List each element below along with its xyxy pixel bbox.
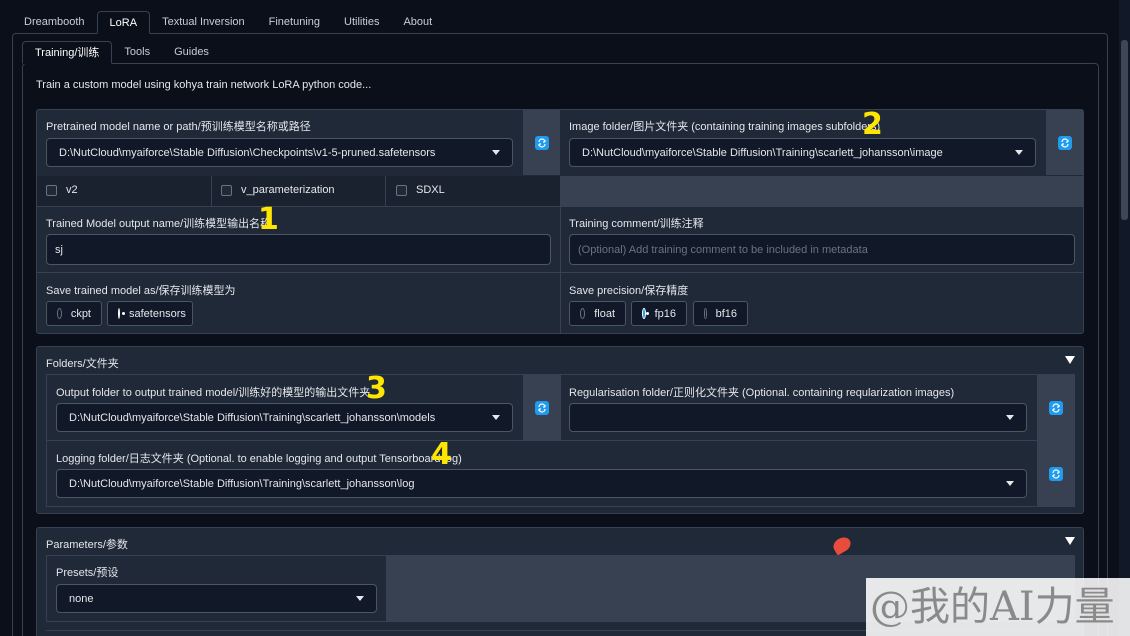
regularisation-folder-dropdown[interactable] <box>569 403 1027 432</box>
divider <box>560 206 561 334</box>
top-tab-bar: Dreambooth LoRA Textual Inversion Finetu… <box>12 11 444 34</box>
radio-dot <box>57 308 62 319</box>
annotation-3: 3 <box>366 371 387 406</box>
watermark: @我的AI力量 <box>866 578 1130 636</box>
chevron-down-icon <box>492 415 500 420</box>
annotation-4: 4 <box>431 437 452 472</box>
parameters-title[interactable]: Parameters/参数 <box>46 536 128 552</box>
tab-textual-inversion[interactable]: Textual Inversion <box>150 11 257 34</box>
annotation-1: 1 <box>258 202 279 237</box>
logging-folder-dropdown[interactable]: D:\NutCloud\myaiforce\Stable Diffusion\T… <box>56 469 1027 498</box>
v2-label: v2 <box>66 184 78 196</box>
regularisation-folder-label: Regularisation folder/正则化文件夹 (Optional. … <box>569 387 955 399</box>
precision-bf16-radio[interactable]: bf16 <box>693 301 748 326</box>
image-folder-value: D:\NutCloud\myaiforce\Stable Diffusion\T… <box>582 146 943 159</box>
v2-checkbox[interactable]: v2 <box>46 184 78 196</box>
pretrained-model-label: Pretrained model name or path/预训练模型名称或路径 <box>46 121 311 133</box>
pretrained-model-value: D:\NutCloud\myaiforce\Stable Diffusion\C… <box>59 146 436 159</box>
save-as-label: Save trained model as/保存训练模型为 <box>46 285 236 297</box>
tab-guides[interactable]: Guides <box>162 41 221 64</box>
tab-utilities[interactable]: Utilities <box>332 11 391 34</box>
bf16-label: bf16 <box>715 307 737 320</box>
precision-fp16-radio[interactable]: fp16 <box>631 301 687 326</box>
refresh-icon <box>534 400 549 415</box>
tab-about[interactable]: About <box>391 11 444 34</box>
training-comment-input[interactable]: (Optional) Add training comment to be in… <box>569 234 1075 265</box>
tab-dreambooth[interactable]: Dreambooth <box>12 11 97 34</box>
refresh-icon <box>1048 466 1063 481</box>
folders-title[interactable]: Folders/文件夹 <box>46 355 119 371</box>
output-folder-refresh-button[interactable] <box>523 375 560 440</box>
fp16-label: fp16 <box>654 307 676 320</box>
sdxl-label: SDXL <box>416 184 445 196</box>
divider <box>385 176 386 206</box>
collapse-triangle-icon[interactable] <box>1065 356 1075 364</box>
presets-dropdown[interactable]: none <box>56 584 377 613</box>
logging-refresh-button[interactable] <box>1037 441 1074 506</box>
refresh-icon <box>1048 400 1063 415</box>
regularisation-refresh-button[interactable] <box>1037 375 1074 440</box>
tab-training[interactable]: Training/训练 <box>22 41 113 64</box>
training-comment-label: Training comment/训练注释 <box>569 218 704 230</box>
checkbox-box <box>46 184 57 196</box>
pretrained-model-dropdown[interactable]: D:\NutCloud\myaiforce\Stable Diffusion\C… <box>46 138 513 167</box>
checkbox-row-filler <box>560 176 1083 206</box>
safetensors-label: safetensors <box>129 307 186 320</box>
ckpt-label: ckpt <box>70 307 91 320</box>
divider <box>211 176 212 206</box>
logging-folder-label: Logging folder/日志文件夹 (Optional. to enabl… <box>56 453 462 465</box>
chevron-down-icon <box>356 596 364 601</box>
chevron-down-icon <box>1006 481 1014 486</box>
save-as-ckpt-radio[interactable]: ckpt <box>46 301 102 326</box>
annotation-2: 2 <box>862 107 883 142</box>
output-name-label: Trained Model output name/训练模型输出名称 <box>46 218 272 230</box>
collapse-triangle-icon[interactable] <box>1065 537 1075 545</box>
checkbox-box <box>221 184 232 196</box>
output-name-input[interactable]: sj <box>46 234 551 265</box>
save-as-safetensors-radio[interactable]: safetensors <box>107 301 193 326</box>
output-folder-value: D:\NutCloud\myaiforce\Stable Diffusion\T… <box>69 411 436 424</box>
divider <box>47 440 1074 441</box>
save-precision-label: Save precision/保存精度 <box>569 285 689 297</box>
tab-lora[interactable]: LoRA <box>96 11 151 34</box>
chevron-down-icon <box>492 150 500 155</box>
radio-dot <box>118 308 125 319</box>
chevron-down-icon <box>1006 415 1014 420</box>
v-parameterization-checkbox[interactable]: v_parameterization <box>221 184 335 196</box>
logging-folder-value: D:\NutCloud\myaiforce\Stable Diffusion\T… <box>69 477 415 490</box>
sdxl-checkbox[interactable]: SDXL <box>396 184 445 196</box>
divider <box>37 272 1083 273</box>
divider <box>560 375 561 440</box>
output-folder-label: Output folder to output trained model/训练… <box>56 387 371 399</box>
sub-tab-bar: Training/训练 Tools Guides <box>22 41 221 64</box>
precision-float-radio[interactable]: float <box>569 301 626 326</box>
chevron-down-icon <box>1015 150 1023 155</box>
presets-label: Presets/预设 <box>56 567 119 579</box>
scrollbar-thumb[interactable] <box>1121 40 1128 220</box>
float-label: float <box>594 307 615 320</box>
v-parameterization-label: v_parameterization <box>241 184 335 196</box>
radio-dot <box>580 308 586 319</box>
presets-value: none <box>69 592 94 605</box>
checkbox-box <box>396 184 407 196</box>
image-folder-dropdown[interactable]: D:\NutCloud\myaiforce\Stable Diffusion\T… <box>569 138 1036 167</box>
radio-dot <box>704 308 707 319</box>
refresh-icon <box>1057 135 1072 150</box>
refresh-icon <box>534 135 549 150</box>
tab-tools[interactable]: Tools <box>112 41 162 64</box>
image-folder-refresh-button[interactable] <box>1046 110 1083 175</box>
description-text: Train a custom model using kohya train n… <box>36 79 372 91</box>
output-folder-dropdown[interactable]: D:\NutCloud\myaiforce\Stable Diffusion\T… <box>56 403 513 432</box>
image-folder-label: Image folder/图片文件夹 (containing training … <box>569 121 881 133</box>
radio-dot <box>642 308 649 319</box>
tab-finetuning[interactable]: Finetuning <box>257 11 332 34</box>
pretrained-refresh-button[interactable] <box>523 110 560 175</box>
